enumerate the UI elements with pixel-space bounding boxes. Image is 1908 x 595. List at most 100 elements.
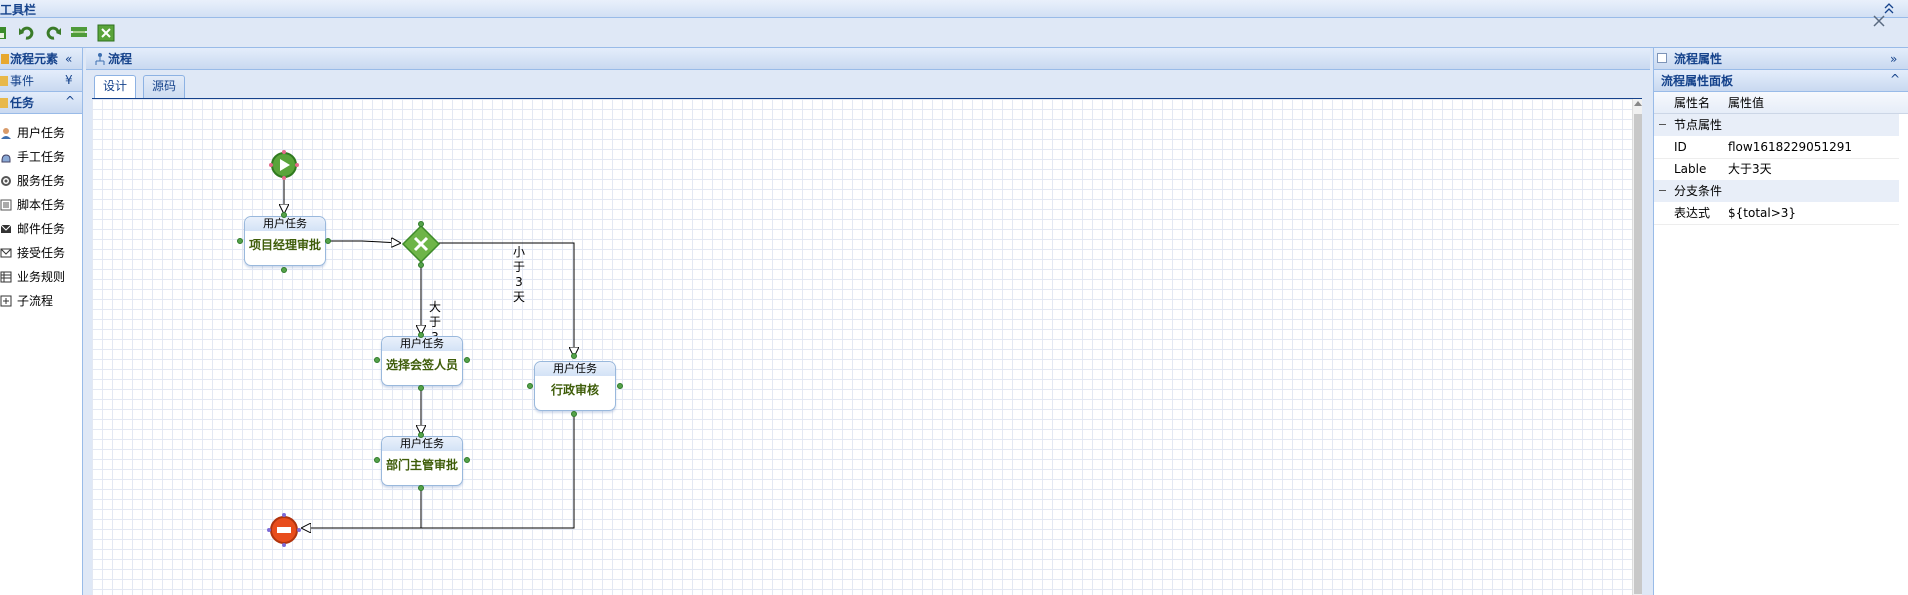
flow-title: 流程 xyxy=(108,52,133,66)
connection-dot[interactable] xyxy=(418,262,424,268)
edge-label-char: 于 xyxy=(513,260,526,274)
chevron-double-up-icon[interactable] xyxy=(1883,1,1895,15)
task-caption: 用户任务 xyxy=(245,217,325,231)
palette-item[interactable]: 接受任务 xyxy=(0,242,80,264)
chevron-down-icon[interactable]: ¥ xyxy=(65,69,73,91)
task-node-pm-approval[interactable]: 用户任务 项目经理审批 xyxy=(244,216,326,266)
connection-dot[interactable] xyxy=(418,221,424,227)
palette-item[interactable]: 用户任务 xyxy=(0,122,80,144)
flow-header: 流程 xyxy=(86,48,1650,70)
end-event-icon[interactable] xyxy=(267,513,301,547)
palette-item[interactable]: 脚本任务 xyxy=(0,194,80,216)
property-value[interactable]: ${total>3} xyxy=(1728,202,1796,224)
connection-dot[interactable] xyxy=(527,383,533,389)
connection-dot[interactable] xyxy=(617,383,623,389)
property-value[interactable]: flow1618229051291 xyxy=(1728,136,1852,158)
properties-panel-title: 流程属性面板 xyxy=(1661,74,1734,88)
layout-icon[interactable] xyxy=(70,24,88,42)
collapse-minus-icon[interactable] xyxy=(1659,124,1666,125)
connection-dot[interactable] xyxy=(237,238,243,244)
palette-item[interactable]: 邮件任务 xyxy=(0,218,80,240)
connection-dot[interactable] xyxy=(464,357,470,363)
palette-item-label: 邮件任务 xyxy=(17,222,66,236)
gear-icon xyxy=(1,176,11,186)
connection-dot[interactable] xyxy=(571,411,577,417)
chevron-up-icon[interactable]: ^ xyxy=(65,90,75,112)
group-branch-condition[interactable]: 分支条件 xyxy=(1654,180,1899,202)
start-event-icon[interactable] xyxy=(269,150,299,180)
tab-source[interactable]: 源码 xyxy=(143,75,185,98)
table-icon xyxy=(0,271,12,283)
palette-item-label: 手工任务 xyxy=(17,150,66,164)
property-row[interactable]: 表达式 ${total>3} xyxy=(1654,202,1899,225)
connection-dot[interactable] xyxy=(281,212,287,218)
edge-label-char: 天 xyxy=(513,290,526,304)
palette-icon xyxy=(1,54,9,64)
script-icon xyxy=(0,199,12,211)
user-icon xyxy=(1,128,11,139)
edge-dept-end xyxy=(302,489,422,528)
connection-dot[interactable] xyxy=(325,238,331,244)
folder-icon xyxy=(0,98,8,108)
group-label: 节点属性 xyxy=(1674,118,1723,132)
save-icon[interactable] xyxy=(0,24,18,42)
window-icon xyxy=(1657,53,1667,63)
properties-panel: 流程属性 » 流程属性面板 ^ 属性名 属性值 节点属性 ID flow1618… xyxy=(1653,48,1908,595)
chevron-up-icon[interactable]: ^ xyxy=(1890,68,1900,90)
connection-dot[interactable] xyxy=(418,432,424,438)
redo-icon[interactable] xyxy=(44,24,62,42)
connection-dot[interactable] xyxy=(418,332,424,338)
task-caption: 用户任务 xyxy=(535,362,615,376)
connection-dot[interactable] xyxy=(281,267,287,273)
property-name: 表达式 xyxy=(1674,206,1711,220)
property-row[interactable]: Lable 大于3天 xyxy=(1654,158,1899,181)
task-title: 部门主管审批 xyxy=(385,458,458,472)
task-node-select-signer[interactable]: 用户任务 选择会签人员 xyxy=(381,336,463,386)
palette-item-label: 用户任务 xyxy=(17,126,66,140)
palette-item-label: 业务规则 xyxy=(17,270,66,284)
scroll-up-icon[interactable] xyxy=(1634,101,1642,106)
clear-icon[interactable] xyxy=(97,24,115,42)
collapse-minus-icon[interactable] xyxy=(1659,190,1666,191)
property-row[interactable]: ID flow1618229051291 xyxy=(1654,136,1899,159)
exclusive-gateway-icon[interactable] xyxy=(400,223,442,265)
task-node-admin-review[interactable]: 用户任务 行政审核 xyxy=(534,361,616,411)
plus-box-icon xyxy=(0,295,12,307)
connection-dot[interactable] xyxy=(571,353,577,359)
properties-column-headers: 属性名 属性值 xyxy=(1654,92,1908,114)
scrollbar-thumb[interactable] xyxy=(1634,114,1642,594)
properties-header: 流程属性 » xyxy=(1654,48,1908,70)
folder-icon xyxy=(0,76,8,86)
collapse-right-icon[interactable]: » xyxy=(1890,48,1897,70)
vertical-scrollbar[interactable] xyxy=(1632,99,1642,595)
palette-title: 流程元素 xyxy=(10,52,59,66)
edge-label-less-than[interactable]: 小于3天 xyxy=(513,245,525,305)
palette-item[interactable]: 服务任务 xyxy=(0,170,80,192)
section-events[interactable]: 事件 ¥ xyxy=(0,70,82,92)
hand-icon xyxy=(1,154,11,163)
palette-item[interactable]: 手工任务 xyxy=(0,146,80,168)
group-node-properties[interactable]: 节点属性 xyxy=(1654,114,1899,136)
connection-dot[interactable] xyxy=(418,385,424,391)
connection-dot[interactable] xyxy=(464,457,470,463)
connection-dot[interactable] xyxy=(418,485,424,491)
tab-design[interactable]: 设计 xyxy=(94,75,136,98)
connection-dot[interactable] xyxy=(374,357,380,363)
task-title: 行政审核 xyxy=(550,383,599,397)
undo-icon[interactable] xyxy=(18,24,36,42)
collapse-left-icon[interactable]: « xyxy=(65,48,72,70)
palette-item-label: 脚本任务 xyxy=(17,198,66,212)
design-canvas[interactable]: 小于3天 大于3天 用户任务 项目经理审批 用户任务 选择会签人员 用户任务 部… xyxy=(92,98,1642,595)
close-icon[interactable] xyxy=(1872,14,1886,28)
property-value[interactable]: 大于3天 xyxy=(1728,158,1772,180)
task-node-dept-approval[interactable]: 用户任务 部门主管审批 xyxy=(381,436,463,486)
section-tasks[interactable]: 任务 ^ xyxy=(0,92,82,114)
connection-dot[interactable] xyxy=(374,457,380,463)
palette-item[interactable]: 业务规则 xyxy=(0,266,80,288)
palette-item[interactable]: 子流程 xyxy=(0,290,80,312)
palette-item-label: 服务任务 xyxy=(17,174,66,188)
property-name: Lable xyxy=(1674,162,1707,176)
toolbar xyxy=(0,15,1908,48)
palette-item-label: 子流程 xyxy=(17,294,54,308)
property-name: ID xyxy=(1674,140,1687,154)
